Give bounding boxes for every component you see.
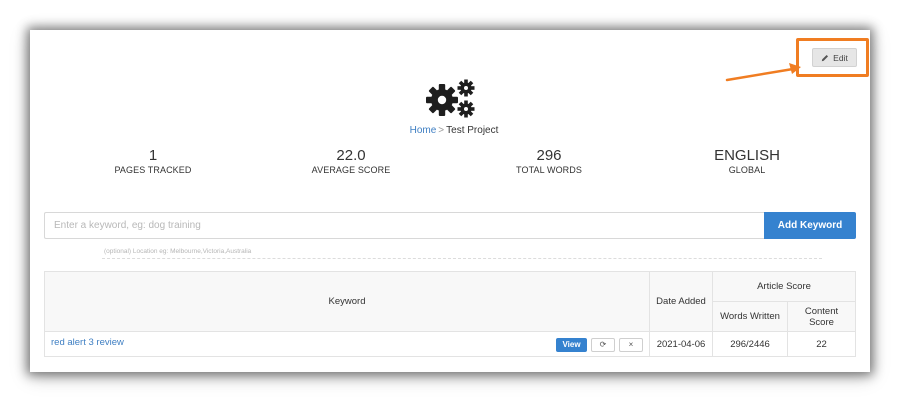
stat-label: AVERAGE SCORE: [311, 165, 391, 175]
stat-label: GLOBAL: [728, 165, 766, 175]
stat-value: 22.0: [336, 147, 366, 164]
breadcrumb-current: Test Project: [446, 125, 499, 136]
annotation-arrow-icon: [725, 63, 801, 82]
pencil-icon: [821, 54, 829, 61]
stat-value: 1: [148, 147, 158, 164]
keyword-link[interactable]: red alert 3 review: [51, 337, 124, 348]
project-card: Edit Home > Test Project 1 PAGES TRACKED…: [30, 30, 870, 372]
edit-button[interactable]: Edit: [812, 48, 857, 67]
row-actions: View ⟳ ×: [556, 337, 643, 352]
breadcrumb-home-link[interactable]: Home: [410, 125, 437, 136]
close-icon[interactable]: ×: [619, 337, 643, 352]
edit-button-label: Edit: [833, 52, 848, 63]
col-header-date-added[interactable]: Date Added: [649, 271, 713, 332]
keyword-table: Keyword Date Added Article Score Words W…: [44, 271, 856, 357]
stat-label: PAGES TRACKED: [114, 165, 192, 175]
keyword-cell: red alert 3 review View ⟳ ×: [44, 331, 650, 357]
refresh-icon[interactable]: ⟳: [591, 337, 615, 352]
location-input[interactable]: [102, 245, 822, 259]
keyword-input[interactable]: [44, 212, 764, 239]
breadcrumb: Home > Test Project: [30, 125, 878, 136]
add-keyword-button[interactable]: Add Keyword: [764, 212, 856, 239]
stat-average-score: 22.0 AVERAGE SCORE: [271, 148, 431, 176]
stat-value: 296: [536, 147, 562, 164]
breadcrumb-separator: >: [438, 125, 445, 136]
words-written-cell: 296/2446: [712, 331, 788, 357]
col-header-content-score[interactable]: Content Score: [787, 301, 856, 332]
date-added-cell: 2021-04-06: [649, 331, 713, 357]
col-header-article-score: Article Score: [712, 271, 856, 302]
col-header-words-written[interactable]: Words Written: [712, 301, 788, 332]
stat-value: ENGLISH: [714, 147, 780, 164]
gears-icon: [426, 79, 475, 118]
content-score-cell: 22: [787, 331, 856, 357]
stat-total-words: 296 TOTAL WORDS: [469, 148, 629, 176]
table-row: red alert 3 review View ⟳ × 2021-04-06 2…: [44, 331, 856, 357]
stat-label: TOTAL WORDS: [516, 165, 582, 175]
col-header-keyword[interactable]: Keyword: [44, 271, 650, 332]
view-button[interactable]: View: [556, 337, 587, 352]
stat-language: ENGLISH GLOBAL: [667, 148, 827, 176]
stat-pages-tracked: 1 PAGES TRACKED: [73, 148, 233, 176]
